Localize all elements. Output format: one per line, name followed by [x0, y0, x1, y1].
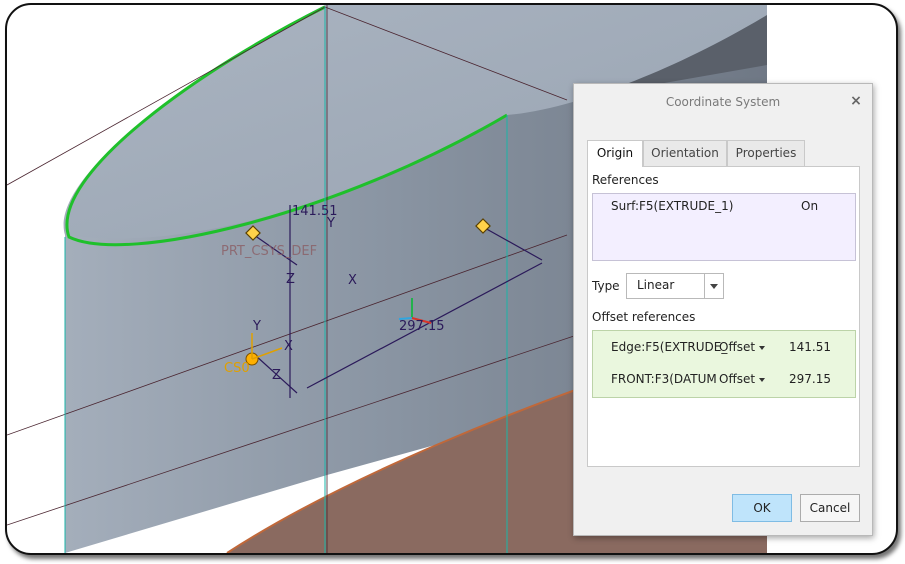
- csys-default-name: PRT_CSYS_DEF: [221, 244, 317, 259]
- offset-type-dropdown[interactable]: Offset: [719, 372, 765, 386]
- dialog-title: Coordinate System: [665, 95, 781, 109]
- offset-ref-name: Edge:F5(EXTRUDE_: [611, 340, 728, 354]
- tab-properties[interactable]: Properties: [727, 140, 805, 166]
- offset-type-dropdown[interactable]: Offset: [719, 340, 765, 354]
- offset-references-list[interactable]: Edge:F5(EXTRUDE_ Offset 141.51 FRONT:F3(…: [592, 330, 856, 398]
- origin-panel: References Surf:F5(EXTRUDE_1) On Type Li…: [587, 166, 860, 467]
- offset-row[interactable]: FRONT:F3(DATUM Offset 297.15: [593, 369, 855, 391]
- coordinate-system-dialog: Coordinate System × Origin Orientation P…: [573, 83, 873, 536]
- offset-value[interactable]: 297.15: [789, 372, 831, 386]
- reference-name[interactable]: Surf:F5(EXTRUDE_1): [611, 199, 733, 213]
- axis-label-y-top: Y: [326, 216, 335, 231]
- references-list[interactable]: Surf:F5(EXTRUDE_1) On: [592, 193, 856, 261]
- axis-label-z: Z: [286, 272, 295, 287]
- chevron-down-icon[interactable]: [704, 274, 723, 298]
- axis-label-x: X: [348, 273, 357, 288]
- csys-name-label: CS0: [224, 361, 250, 376]
- ok-button[interactable]: OK: [732, 494, 792, 522]
- tab-orientation[interactable]: Orientation: [643, 140, 727, 166]
- axis-label-y-cs: Y: [252, 319, 261, 334]
- cancel-button[interactable]: Cancel: [800, 494, 860, 522]
- axis-label-z-cs: Z: [272, 368, 281, 383]
- axis-label-x-cs: X: [284, 339, 293, 354]
- window-frame: 141.51 297.15 Y PRT_CSYS_DEF Z X Y X Z C…: [5, 3, 898, 555]
- type-label: Type: [592, 279, 620, 293]
- offset-value[interactable]: 141.51: [789, 340, 831, 354]
- type-value: Linear: [637, 278, 675, 292]
- offset-row[interactable]: Edge:F5(EXTRUDE_ Offset 141.51: [593, 337, 855, 359]
- close-icon[interactable]: ×: [848, 93, 864, 109]
- tab-origin[interactable]: Origin: [587, 140, 643, 167]
- dimension-value-2: 297.15: [399, 319, 445, 334]
- offset-ref-name: FRONT:F3(DATUM: [611, 372, 717, 386]
- reference-constraint[interactable]: On: [801, 199, 818, 213]
- offset-references-label: Offset references: [592, 310, 696, 324]
- references-label: References: [592, 173, 659, 187]
- type-select[interactable]: Linear: [626, 273, 724, 299]
